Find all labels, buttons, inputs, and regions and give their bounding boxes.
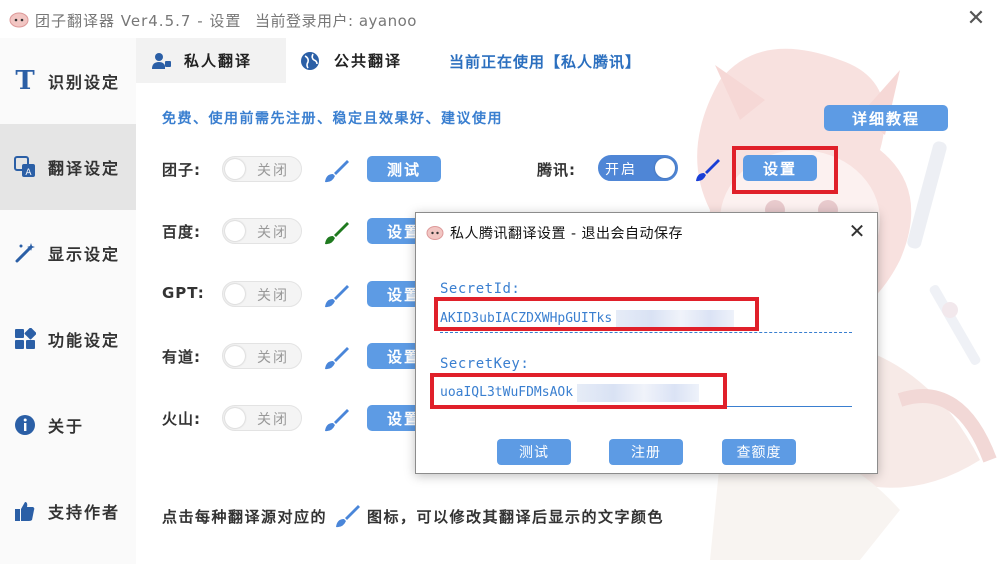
tab-label: 公共翻译 [334, 52, 403, 70]
sidebar-item-display[interactable]: 显示设定 [0, 210, 136, 296]
secret-id-label: SecretId: [440, 281, 521, 297]
toggle-state-label: 关闭 [257, 225, 289, 241]
app-logo-icon [9, 12, 29, 28]
youdao-label: 有道: [162, 348, 201, 366]
toggle-state-label: 关闭 [257, 288, 289, 304]
dialog-register-button[interactable]: 注册 [609, 439, 683, 465]
current-user-label: 当前登录用户: ayanoo [255, 12, 417, 30]
toggle-state-label: 关闭 [257, 412, 289, 428]
sidebar-item-features[interactable]: 功能设定 [0, 296, 136, 382]
youdao-color-brush-icon[interactable] [322, 344, 350, 372]
tab-private-translation[interactable]: 私人翻译 [136, 38, 286, 83]
sidebar-item-about[interactable]: 关于 [0, 382, 136, 468]
baidu-label: 百度: [162, 223, 201, 241]
sidebar-item-label: 翻译设定 [48, 159, 121, 178]
sidebar: T 识别设定 A 翻译设定 显示设定 功能设定 关于 支持作者 [0, 38, 136, 564]
window-close-icon[interactable]: ✕ [964, 8, 988, 32]
huoshan-color-brush-icon[interactable] [322, 406, 350, 434]
huoshan-toggle[interactable]: 关闭 [222, 405, 302, 431]
gpt-toggle[interactable]: 关闭 [222, 281, 302, 307]
toggle-knob [225, 159, 245, 179]
dialog-quota-button[interactable]: 查额度 [722, 439, 796, 465]
youdao-toggle[interactable]: 关闭 [222, 343, 302, 369]
sidebar-item-label: 支持作者 [48, 503, 121, 522]
highlight-box-secret-id [434, 297, 759, 331]
brush-hint-note: 点击每种翻译源对应的 图标，可以修改其翻译后显示的文字颜色 [162, 502, 664, 530]
toggle-knob [225, 346, 245, 366]
tencent-label: 腾讯: [537, 161, 576, 179]
title-bar: 团子翻译器 Ver4.5.7 - 设置 当前登录用户: ayanoo ✕ [0, 0, 1002, 38]
toggle-state-label: 关闭 [257, 350, 289, 366]
current-engine-status: 当前正在使用【私人腾讯】 [449, 53, 642, 71]
intro-text: 免费、使用前需先注册、稳定且效果好、建议使用 [162, 111, 503, 127]
dialog-title: 私人腾讯翻译设置 - 退出会自动保存 [450, 226, 683, 242]
dialog-body: SecretId: AKID3ubIACZDXWHpGUITks SecretK… [424, 253, 869, 467]
text-t-icon: T [15, 66, 35, 96]
thumbs-up-icon [12, 498, 38, 524]
tencent-color-brush-icon[interactable] [693, 156, 721, 184]
dialog-app-icon [426, 226, 444, 240]
tuanzi-toggle[interactable]: 关闭 [222, 156, 302, 182]
toggle-state-label: 开启 [605, 162, 637, 178]
huoshan-label: 火山: [162, 410, 201, 428]
dialog-close-icon[interactable]: ✕ [846, 221, 868, 243]
sidebar-item-label: 功能设定 [48, 331, 121, 350]
tutorial-button[interactable]: 详细教程 [824, 105, 948, 131]
grid-icon [12, 326, 38, 352]
highlight-box-settings [732, 146, 838, 194]
tencent-settings-dialog: 私人腾讯翻译设置 - 退出会自动保存 ✕ SecretId: AKID3ubIA… [415, 212, 878, 474]
sidebar-item-translation[interactable]: A 翻译设定 [0, 124, 136, 210]
dialog-test-button[interactable]: 测试 [497, 439, 571, 465]
sidebar-item-label: 关于 [48, 417, 85, 436]
gpt-color-brush-icon[interactable] [322, 282, 350, 310]
toggle-knob [225, 408, 245, 428]
toggle-knob [655, 158, 675, 178]
brush-icon [336, 505, 361, 528]
tab-label: 私人翻译 [184, 52, 253, 70]
secret-key-label: SecretKey: [440, 356, 530, 372]
sidebar-item-recognition[interactable]: T 识别设定 [0, 38, 136, 124]
window-title: 团子翻译器 Ver4.5.7 - 设置 [35, 12, 242, 30]
highlight-box-secret-key [430, 373, 727, 409]
sidebar-item-support[interactable]: 支持作者 [0, 468, 136, 554]
baidu-color-brush-icon[interactable] [322, 219, 350, 247]
private-user-icon [152, 52, 171, 69]
svg-text:A: A [25, 168, 32, 178]
info-icon [12, 412, 38, 438]
brush-hint-text-before: 点击每种翻译源对应的 [162, 507, 328, 526]
sidebar-item-label: 显示设定 [48, 245, 121, 264]
toggle-knob [225, 284, 245, 304]
brush-hint-text-after: 图标，可以修改其翻译后显示的文字颜色 [367, 507, 665, 526]
translate-icon: A [12, 154, 38, 180]
sidebar-item-label: 识别设定 [48, 73, 121, 92]
tuanzi-action-button[interactable]: 测试 [367, 156, 441, 182]
gpt-label: GPT: [162, 284, 205, 302]
tuanzi-color-brush-icon[interactable] [322, 157, 350, 185]
tab-public-translation[interactable]: 公共翻译 [286, 38, 436, 83]
toggle-knob [225, 221, 245, 241]
globe-icon [301, 51, 319, 70]
magic-wand-icon [12, 240, 38, 266]
baidu-toggle[interactable]: 关闭 [222, 218, 302, 244]
tuanzi-label: 团子: [162, 161, 201, 179]
tencent-toggle[interactable]: 开启 [598, 155, 678, 181]
toggle-state-label: 关闭 [257, 163, 289, 179]
